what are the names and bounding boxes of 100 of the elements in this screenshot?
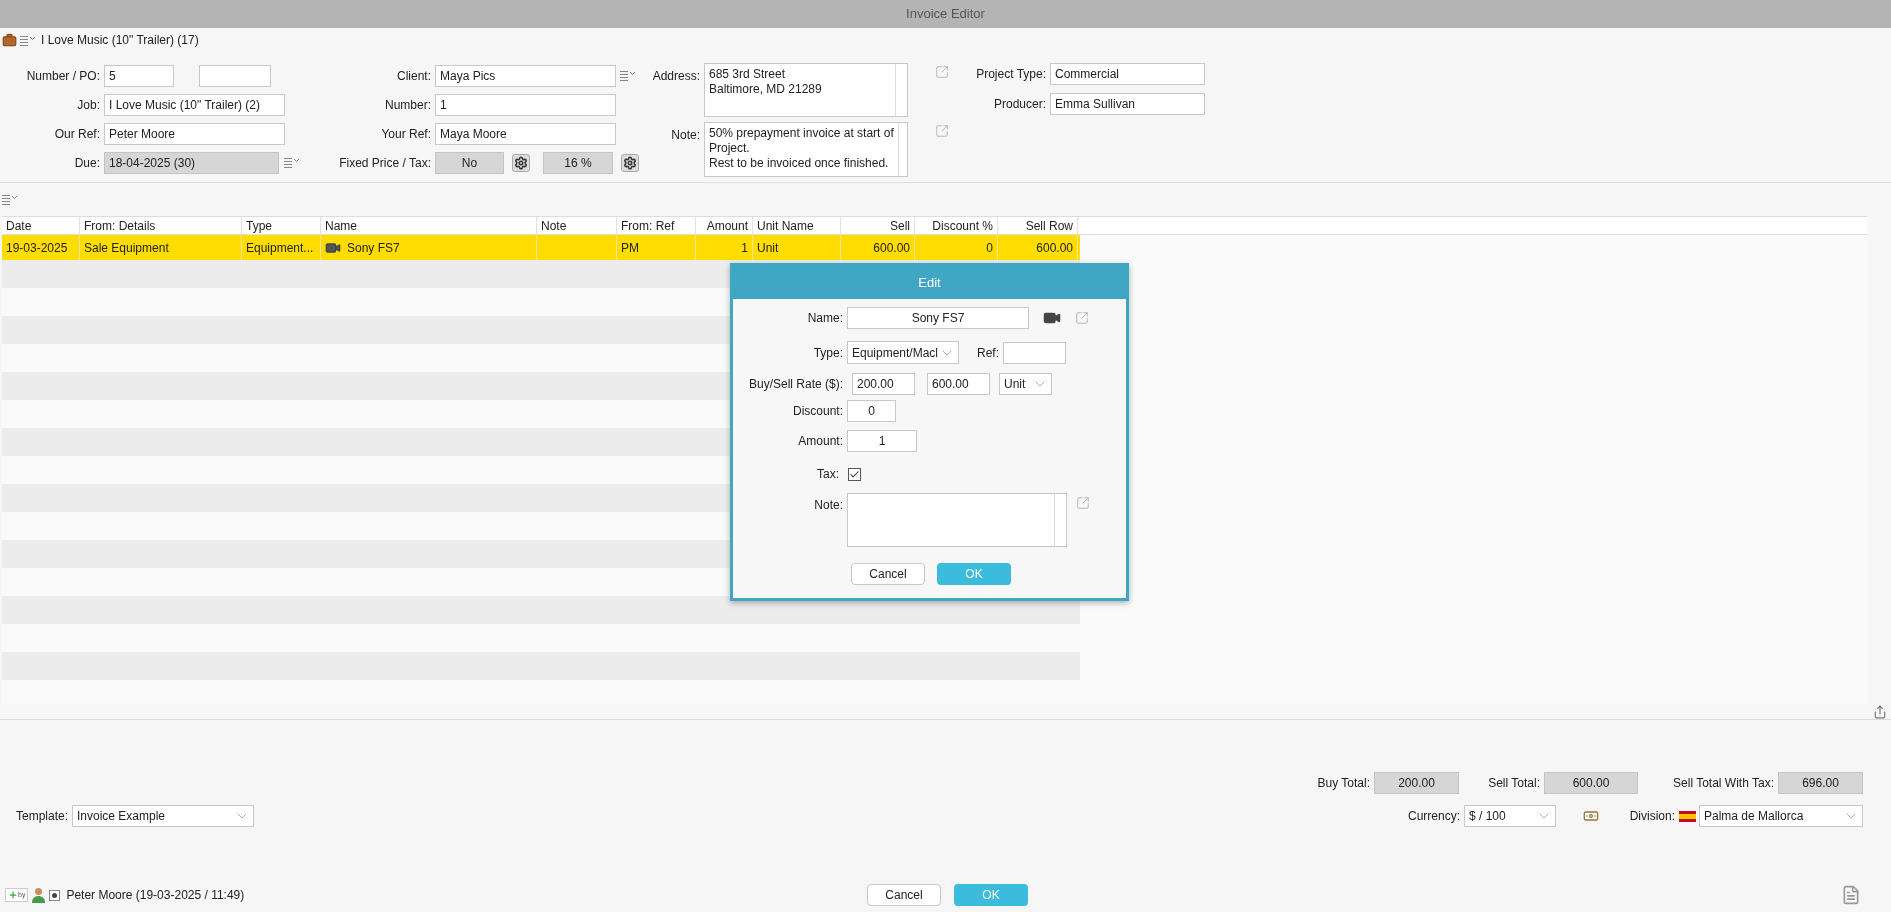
field-label: Ref: [977,344,999,362]
input-field[interactable] [1003,341,1066,364]
dropdown[interactable]: Palma de Mallorca [1699,805,1863,827]
field-label: Number: [385,96,431,114]
menu-icon[interactable] [620,70,636,81]
input-field[interactable]: 0 [847,400,896,422]
field-label: Tax: [817,466,839,483]
field-label: Sell Total: [1488,775,1540,792]
input-field[interactable]: Emma Sullivan [1050,93,1205,115]
column-header[interactable]: Type [242,217,321,234]
column-header[interactable]: Unit Name [753,217,841,234]
table-cell-text: 600.00 [1036,239,1073,257]
field-label: Address: [652,68,700,85]
table-row[interactable]: 19-03-2025 Sale Equipment Equipment... Sony FS7 PM 1 Unit 600.00 0 600.00 [2,235,1080,260]
table-cell-text: Unit [757,239,779,257]
settings-icon[interactable] [512,153,530,172]
column-header[interactable]: Discount % [915,217,998,234]
field-label: Project Type: [976,66,1046,83]
date-field[interactable]: 18-04-2025 (30) [104,151,279,174]
column-header[interactable]: Name [321,217,537,234]
flag-icon [1679,810,1696,822]
dialog-title: Edit [918,273,941,292]
column-header[interactable]: From: Details [80,217,242,234]
input-field[interactable]: No [435,151,504,174]
created-by-text: Peter Moore (19-03-2025 / 11:49) [66,887,245,904]
dropdown[interactable]: Unit [999,372,1052,395]
input-field[interactable]: 16 % [543,151,613,174]
field-label: Note: [814,497,843,514]
column-header[interactable]: Sell Row [998,217,1078,234]
table-cell-text: Sale Equipment [84,239,169,257]
external-link-icon[interactable] [935,124,949,138]
project-title: I Love Music (10" Trailer) (17) [41,32,199,49]
input-field[interactable]: Peter Moore [104,122,285,145]
briefcase-icon [2,32,17,48]
external-link-icon[interactable] [1076,496,1090,510]
person-icon [32,887,46,903]
menu-icon[interactable] [20,34,36,46]
input-field[interactable]: Sony FS7 [847,307,1029,329]
field-label: Buy/Sell Rate ($): [748,375,843,393]
external-link-icon[interactable] [935,65,949,79]
input-field[interactable]: 1 [435,93,616,116]
share-icon[interactable] [1873,704,1887,719]
input-field[interactable]: I Love Music (10" Trailer) (2) [104,93,285,116]
input-field[interactable]: Commercial [1050,63,1205,85]
menu-icon[interactable] [2,194,18,205]
table-cell-text: 19-03-2025 [6,239,68,257]
field-label: Number / PO: [26,67,100,85]
column-header[interactable]: Sell [841,217,915,234]
field-label: Amount: [798,433,843,450]
table-cell-text: 600.00 [873,239,910,257]
column-header[interactable]: Amount [696,217,753,234]
dropdown[interactable]: Invoice Example [72,805,254,827]
field-label: Note: [671,127,700,144]
table-cell-text: Equipment... [246,239,314,257]
address-field[interactable]: 685 3rd Street Baltimore, MD 21289 [704,63,908,117]
document-icon[interactable] [1841,885,1861,905]
field-label: Discount: [792,403,843,420]
column-header[interactable]: Note [537,217,617,234]
input-field[interactable]: 1 [847,430,917,452]
input-field[interactable]: 600.00 [1544,772,1638,794]
settings-icon[interactable] [49,889,61,901]
cancel-button[interactable]: Cancel [867,884,941,906]
field-label: Type: [813,344,843,362]
field-label: Your Ref: [381,125,431,143]
input-field[interactable]: Maya Moore [435,122,616,145]
dropdown[interactable]: $ / 100 [1464,805,1556,827]
table-cell-text: PM [621,239,639,257]
dropdown[interactable]: Equipment/Macl [847,341,959,364]
cancel-button[interactable]: Cancel [851,563,925,585]
field-label: Name: [807,310,843,327]
input-field[interactable]: 200.00 [1374,772,1459,794]
table-cell-text: 1 [741,239,748,257]
external-link-icon[interactable] [1075,311,1089,325]
menu-icon[interactable] [284,157,300,168]
note-field[interactable]: 50% prepayment invoice at start of Project. Rest to be invoiced once finished. [704,122,908,177]
field-label: Template: [15,808,68,825]
input-field[interactable]: 600.00 [927,372,990,395]
settings-icon[interactable] [621,153,639,172]
field-label: Currency: [1408,808,1460,825]
input-field[interactable]: 696.00 [1778,772,1863,794]
input-field[interactable]: Maya Pics [435,64,616,87]
table-cell-text: Sony FS7 [347,239,400,257]
input-field[interactable]: 200.00 [852,372,915,395]
money-icon[interactable] [1583,808,1599,824]
column-header[interactable]: From: Ref [617,217,696,234]
table-cell-text: 0 [986,239,993,257]
input-field[interactable]: 5 [104,64,174,87]
field-label: Due: [74,154,100,172]
field-label: Job: [77,96,100,114]
field-label: Sell Total With Tax: [1673,775,1774,792]
input-field[interactable] [199,64,271,87]
column-header[interactable]: Date [2,217,80,234]
field-label: Division: [1629,808,1675,825]
tax-checkbox[interactable] [848,467,861,481]
field-label: Buy Total: [1317,775,1370,792]
field-label: Producer: [993,96,1046,113]
note-field[interactable] [847,493,1067,547]
field-label: Fixed Price / Tax: [339,154,431,172]
field-label: Our Ref: [54,125,100,143]
window-title: Invoice Editor [906,5,985,24]
